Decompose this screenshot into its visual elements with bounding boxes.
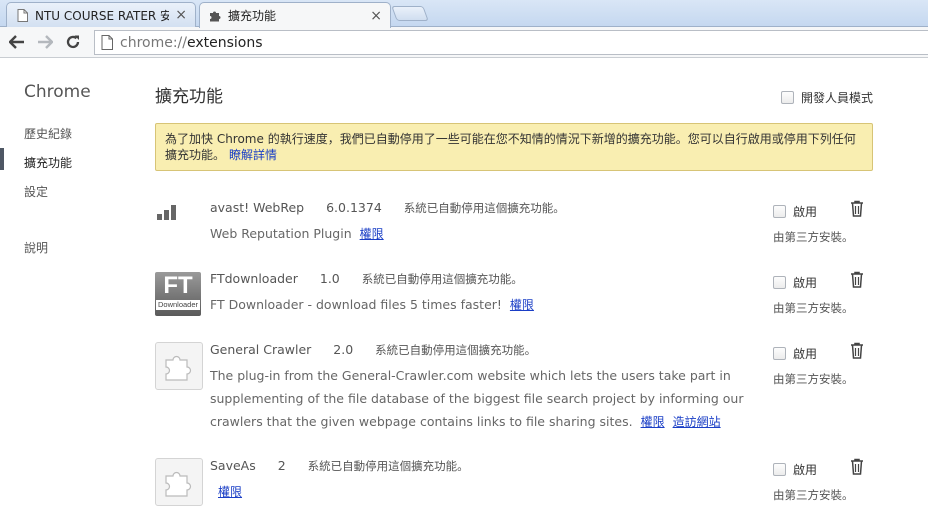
extension-name: FTdownloader [210,271,298,286]
main-content: 擴充功能 開發人員模式 為了加快 Chrome 的執行速度，我們已自動停用了一些… [155,58,873,523]
extension-status: 系統已自動停用這個擴充功能。 [375,343,537,357]
enable-label: 啟用 [793,276,818,290]
enable-label: 啟用 [793,463,818,477]
tab-extensions[interactable]: 擴充功能 × [199,2,391,28]
new-tab-button[interactable] [391,6,429,21]
page-icon [101,35,113,50]
sidebar-item-settings[interactable]: 設定 [24,183,48,200]
permissions-link[interactable]: 權限 [218,485,242,499]
sidebar-item-history[interactable]: 歷史紀錄 [24,125,72,142]
reload-icon [66,35,80,49]
extension-controls: 啟用 由第三方安裝。 [773,458,873,503]
extension-version: 2.0 [333,342,354,357]
disabled-extensions-alert: 為了加快 Chrome 的執行速度，我們已自動停用了一些可能在您不知情的情況下新… [155,123,873,171]
extension-version: 6.0.1374 [326,200,382,215]
extension-details: avast! WebRep 6.0.1374 系統已自動停用這個擴充功能。 We… [210,200,770,246]
extension-version: 1.0 [319,271,340,286]
extension-details: FTdownloader 1.0 系統已自動停用這個擴充功能。 FT Downl… [210,271,770,317]
extension-details: General Crawler 2.0 系統已自動停用這個擴充功能。 The p… [210,342,770,434]
forward-arrow-icon [38,35,53,49]
installed-by-note: 由第三方安裝。 [773,301,854,315]
toolbar: chrome://extensions [0,27,928,58]
permissions-link[interactable]: 權限 [360,227,384,241]
page-title: 擴充功能 [155,87,223,107]
sidebar: Chrome 歷史紀錄 擴充功能 設定 說明 [0,58,140,523]
enable-checkbox[interactable] [773,347,786,360]
tab-strip: NTU COURSE RATER 安装 × 擴充功能 × [0,0,928,28]
url-scheme: chrome:// [120,34,187,51]
extension-status: 系統已自動停用這個擴充功能。 [361,272,523,286]
puzzle-icon [155,342,203,390]
tab-title: 擴充功能 [228,9,277,23]
trash-icon[interactable] [849,200,865,217]
url-host: extensions [187,34,263,51]
selected-indicator [0,148,4,170]
extension-name: avast! WebRep [210,200,305,215]
extension-description: Web Reputation Plugin [210,226,352,241]
sidebar-item-extensions[interactable]: 擴充功能 [24,154,72,171]
permissions-link[interactable]: 權限 [510,298,534,312]
back-arrow-icon [9,35,24,49]
extension-item: SaveAs 2 系統已自動停用這個擴充功能。 權限 啟用 由第三方安裝。 [155,458,873,518]
installed-by-note: 由第三方安裝。 [773,230,854,244]
installed-by-note: 由第三方安裝。 [773,488,854,502]
tab-title: NTU COURSE RATER 安装 [35,8,170,23]
sidebar-item-help[interactable]: 說明 [24,239,48,256]
extension-status: 系統已自動停用這個擴充功能。 [403,201,565,215]
extension-name: SaveAs [210,458,256,473]
extension-controls: 啟用 由第三方安裝。 [773,342,873,387]
extension-controls: 啟用 由第三方安裝。 [773,200,873,245]
puzzle-icon [155,458,203,506]
trash-icon[interactable] [849,271,865,288]
enable-checkbox[interactable] [773,205,786,218]
extension-item: General Crawler 2.0 系統已自動停用這個擴充功能。 The p… [155,342,873,452]
trash-icon[interactable] [849,342,865,359]
extension-name: General Crawler [210,342,312,357]
developer-mode-label: 開發人員模式 [800,91,873,105]
tab-course-rater[interactable]: NTU COURSE RATER 安装 × [6,2,196,27]
enable-label: 啟用 [793,347,818,361]
learn-more-link[interactable]: 瞭解詳情 [229,148,277,162]
forward-button[interactable] [31,28,59,56]
extension-description: FT Downloader - download files 5 times f… [210,297,502,312]
developer-mode-checkbox[interactable] [780,91,794,104]
extension-status: 系統已自動停用這個擴充功能。 [307,459,469,473]
page-icon [15,8,29,22]
address-bar[interactable]: chrome://extensions [94,30,928,55]
permissions-link[interactable]: 權限 [641,415,665,429]
sidebar-brand: Chrome [24,82,91,102]
developer-mode-toggle[interactable]: 開發人員模式 [780,89,873,106]
extension-controls: 啟用 由第三方安裝。 [773,271,873,316]
extension-details: SaveAs 2 系統已自動停用這個擴充功能。 權限 [210,458,770,504]
enable-checkbox[interactable] [773,463,786,476]
ftdownloader-logo-icon: FT Downloader [155,272,201,316]
enable-checkbox[interactable] [773,276,786,289]
back-button[interactable] [3,28,31,56]
tab-close-button[interactable]: × [370,9,382,23]
extension-item: avast! WebRep 6.0.1374 系統已自動停用這個擴充功能。 We… [155,200,873,260]
extension-version: 2 [277,458,286,473]
reload-button[interactable] [59,28,87,56]
enable-label: 啟用 [793,205,818,219]
visit-website-link[interactable]: 造訪網站 [673,415,721,429]
puzzle-icon [208,9,222,23]
installed-by-note: 由第三方安裝。 [773,372,854,386]
tab-close-button[interactable]: × [175,8,187,22]
extension-item: FT Downloader FTdownloader 1.0 系統已自動停用這個… [155,271,873,331]
trash-icon[interactable] [849,458,865,475]
avast-bars-icon [155,200,203,248]
